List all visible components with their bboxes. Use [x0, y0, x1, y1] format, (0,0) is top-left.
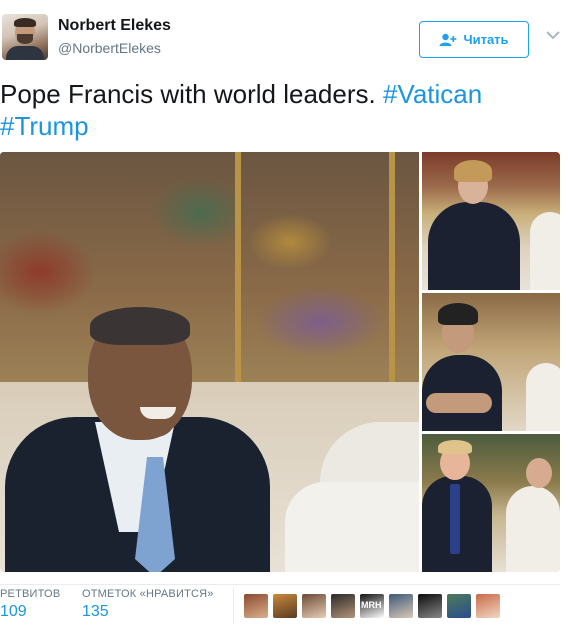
hair — [90, 307, 190, 345]
stats-separator — [233, 588, 234, 624]
white-robe — [526, 363, 560, 431]
thumbnail-photo-2[interactable] — [422, 293, 560, 431]
username[interactable]: @NorbertElekes — [58, 40, 161, 56]
liker-avatar[interactable] — [389, 594, 413, 618]
white-cassock — [506, 486, 560, 572]
white-robe — [530, 212, 560, 290]
hair — [454, 160, 492, 182]
tie — [450, 484, 460, 554]
avatar-hair — [14, 18, 36, 27]
media-grid — [0, 152, 560, 572]
retweets-value: 109 — [0, 603, 27, 620]
chevron-down-icon[interactable] — [544, 28, 562, 42]
liker-avatar[interactable] — [273, 594, 297, 618]
main-photo[interactable] — [0, 152, 419, 572]
liker-avatar[interactable] — [418, 594, 442, 618]
hashtag-vatican[interactable]: #Vatican — [383, 79, 482, 109]
retweet-count[interactable]: РЕТВИТОВ 109 — [0, 588, 60, 621]
avatar-torso — [6, 46, 44, 60]
hashtag-trump[interactable]: #Trump — [0, 111, 89, 141]
follow-button[interactable]: Читать — [419, 21, 529, 58]
hair — [438, 440, 472, 454]
liker-avatar[interactable] — [447, 594, 471, 618]
tweet-header: Norbert Elekes @NorbertElekes Читать — [0, 0, 568, 72]
liker-avatar-text: MRH — [361, 600, 382, 610]
liker-avatar[interactable] — [244, 594, 268, 618]
dark-jacket — [428, 202, 520, 290]
likes-value: 135 — [82, 603, 109, 620]
liker-avatar[interactable] — [476, 594, 500, 618]
add-user-icon — [439, 33, 457, 46]
avatar[interactable] — [2, 14, 48, 60]
liker-avatar[interactable]: MRH — [360, 594, 384, 618]
face — [526, 458, 552, 488]
follow-button-label: Читать — [463, 32, 509, 47]
like-count[interactable]: ОТМЕТОК «НРАВИТСЯ» 135 — [82, 588, 214, 621]
thumbnail-photo-1[interactable] — [422, 152, 560, 290]
thumbnail-photo-3[interactable] — [422, 434, 560, 572]
hair — [438, 303, 478, 325]
tweet-body: Pope Francis with world leaders. — [0, 79, 383, 109]
tweet-text: Pope Francis with world leaders. #Vatica… — [0, 78, 560, 142]
avatar-beard — [17, 34, 33, 44]
hands — [426, 393, 492, 413]
liker-avatar[interactable] — [302, 594, 326, 618]
divider — [0, 584, 560, 585]
liker-avatar[interactable] — [331, 594, 355, 618]
likes-label: ОТМЕТОК «НРАВИТСЯ» — [82, 588, 214, 600]
display-name[interactable]: Norbert Elekes — [58, 17, 171, 35]
white-robe — [285, 482, 419, 572]
retweets-label: РЕТВИТОВ — [0, 588, 61, 600]
